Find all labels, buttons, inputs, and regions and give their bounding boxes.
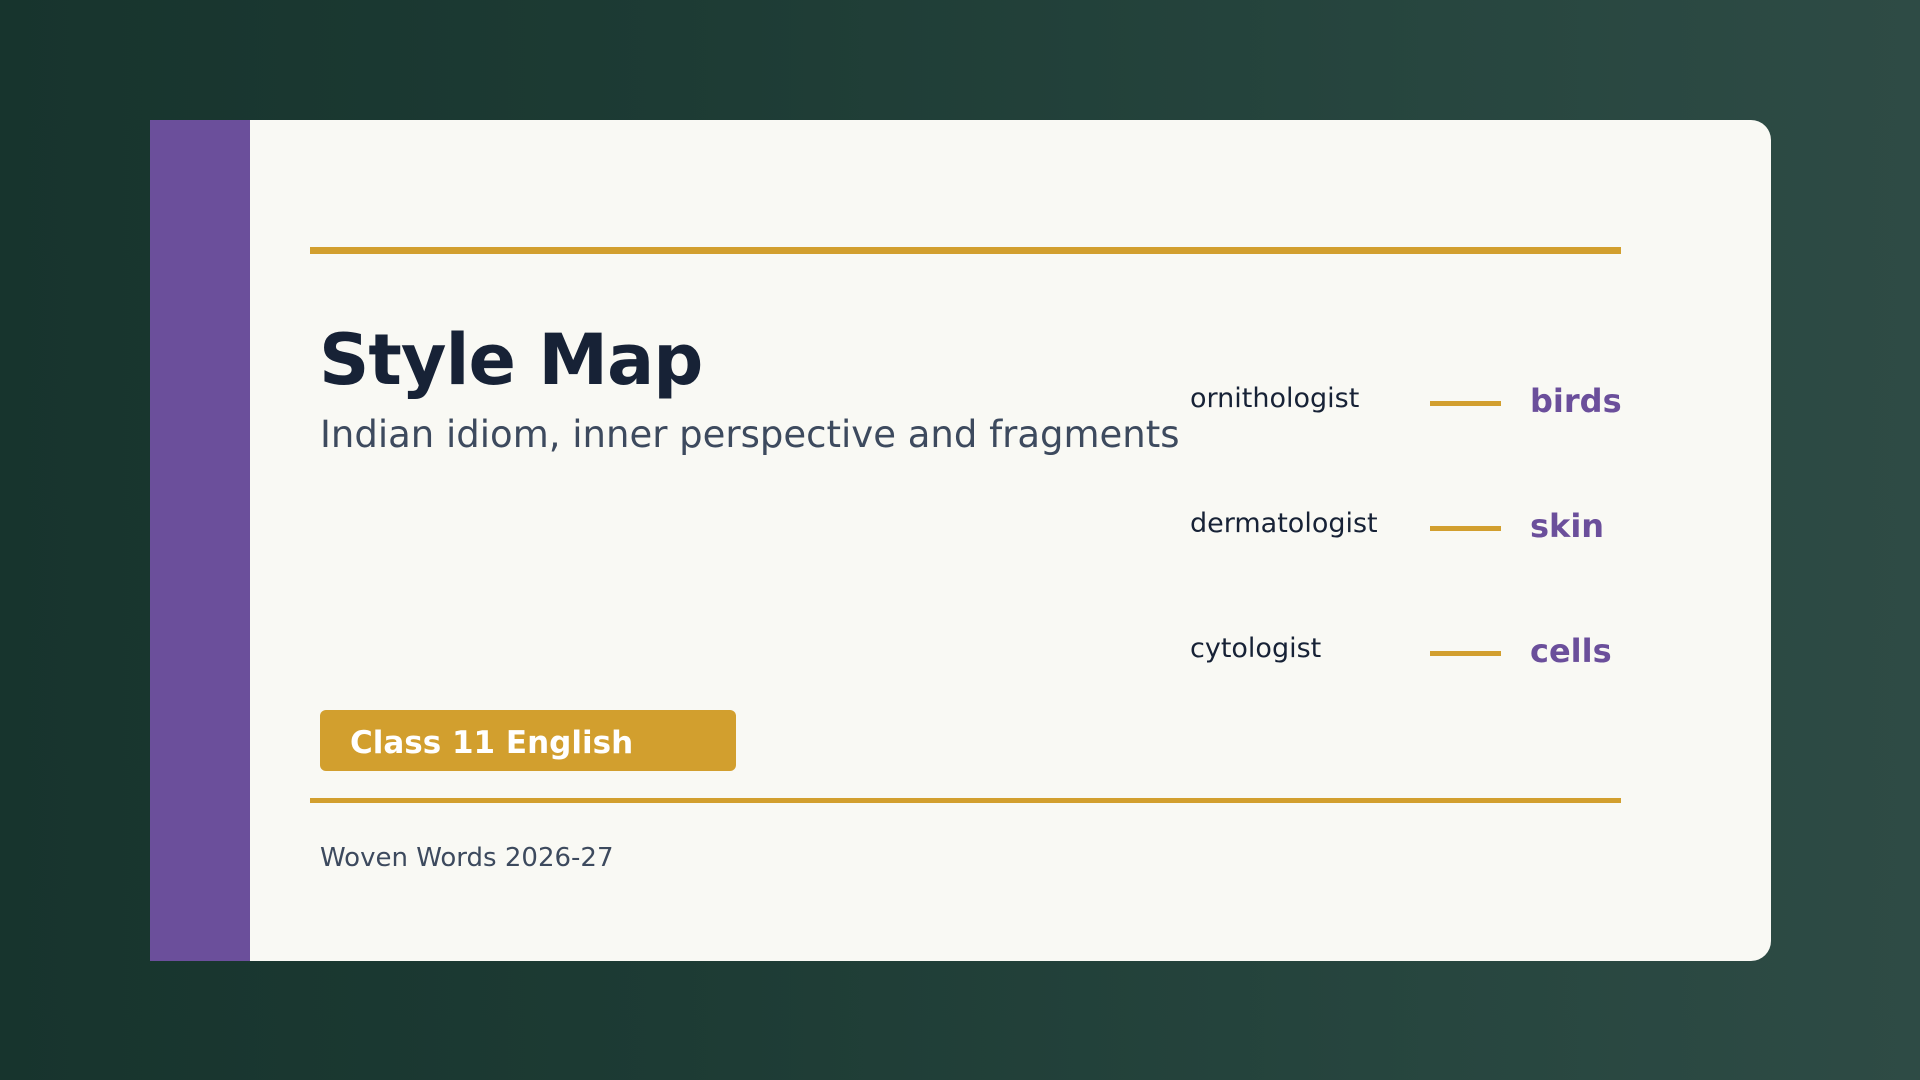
slide-title: Style Map	[319, 319, 703, 401]
term-label: dermatologist	[1190, 508, 1378, 539]
meaning-label: cells	[1530, 632, 1612, 670]
class-badge-label: Class 11 English	[350, 725, 634, 761]
side-accent-bar	[150, 120, 250, 961]
connector-line	[1430, 526, 1501, 531]
meaning-label: birds	[1530, 382, 1622, 420]
slide-subtitle: Indian idiom, inner perspective and frag…	[320, 413, 1180, 456]
bottom-divider	[310, 798, 1621, 803]
slide-card: Style Map Indian idiom, inner perspectiv…	[150, 120, 1771, 961]
class-badge: Class 11 English	[320, 710, 736, 771]
connector-line	[1430, 651, 1501, 656]
term-label: cytologist	[1190, 633, 1322, 664]
connector-line	[1430, 401, 1501, 406]
top-divider	[310, 247, 1621, 254]
footer-text: Woven Words 2026-27	[320, 843, 614, 873]
term-label: ornithologist	[1190, 383, 1360, 414]
meaning-label: skin	[1530, 507, 1605, 545]
